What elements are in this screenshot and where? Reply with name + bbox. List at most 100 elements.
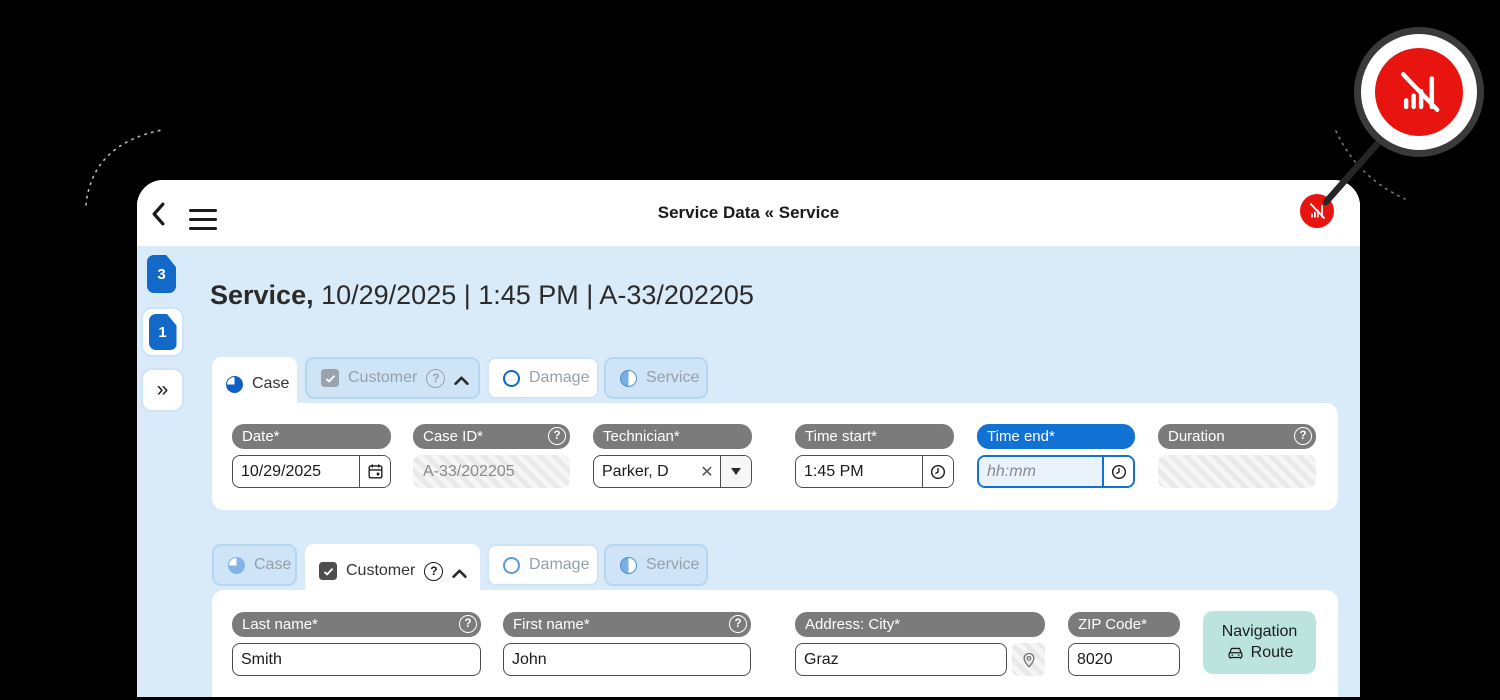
field-label: ZIP Code*	[1068, 612, 1180, 637]
city-input[interactable]	[796, 644, 1006, 675]
side-tab-expand[interactable]: »	[141, 368, 184, 412]
tab-label: Case	[254, 556, 292, 573]
nav-button-line1: Navigation	[1221, 622, 1298, 640]
chevron-up-icon[interactable]	[452, 566, 468, 578]
technician-input[interactable]	[594, 456, 694, 487]
time-start-input[interactable]	[796, 456, 922, 487]
tab-label: Damage	[529, 369, 590, 386]
page-title-rest: 10/29/2025 | 1:45 PM | A-33/202205	[313, 280, 754, 310]
field-label: Address: City*	[795, 612, 1045, 637]
field-label: Technician*	[593, 424, 752, 449]
field-label: Duration	[1158, 424, 1316, 449]
time-start-input-box	[795, 455, 954, 488]
chevron-up-icon[interactable]	[454, 373, 470, 385]
first-name-input-box	[503, 643, 751, 676]
side-tab-container-1[interactable]: 1	[141, 307, 184, 357]
last-name-input[interactable]	[233, 644, 480, 675]
date-input[interactable]	[233, 456, 359, 487]
label-text: ZIP Code*	[1078, 616, 1147, 633]
page-title: Service, 10/29/2025 | 1:45 PM | A-33/202…	[210, 280, 754, 311]
car-icon	[1228, 647, 1243, 659]
nav-button-line2: Route	[1250, 644, 1294, 661]
label-text: Time end*	[987, 428, 1055, 445]
field-last-name: Last name*	[232, 612, 481, 676]
field-time-end: Time end*	[977, 424, 1135, 488]
help-icon[interactable]	[548, 427, 566, 445]
magnifier-callout	[1354, 27, 1484, 157]
circle-empty-icon	[503, 369, 520, 387]
breadcrumb-title: Service Data « Service	[657, 203, 840, 222]
navigation-route-button[interactable]: Navigation Route	[1203, 611, 1316, 674]
circle-half-icon	[620, 369, 637, 387]
field-label: Last name*	[232, 612, 481, 637]
dropdown-icon[interactable]	[720, 456, 751, 487]
field-technician: Technician*	[593, 424, 752, 488]
label-text: Technician*	[603, 428, 680, 445]
tab-case-2[interactable]: Case	[212, 544, 297, 586]
technician-combo-box	[593, 455, 752, 488]
label-text: Time start*	[805, 428, 877, 445]
field-label: Case ID*	[413, 424, 570, 449]
side-tab-badge-1[interactable]: 1	[148, 314, 177, 350]
checkbox-checked-icon	[319, 562, 337, 580]
time-end-input[interactable]	[979, 457, 1102, 486]
field-label-active: Time end*	[977, 424, 1135, 449]
tab-label: Customer	[348, 369, 418, 386]
label-text: First name*	[513, 616, 590, 633]
customer-panel: Last name* First name* Address: City*	[212, 590, 1338, 697]
expand-chevrons: »	[156, 378, 169, 401]
field-label: Time start*	[795, 424, 954, 449]
tab-label: Damage	[529, 556, 590, 573]
field-label: First name*	[503, 612, 751, 637]
tab-label: Service	[646, 369, 700, 386]
app-header: Service Data « Service	[137, 180, 1360, 246]
tab-customer-2[interactable]: Customer	[305, 544, 480, 598]
tab-label: Service	[646, 556, 700, 573]
tab-label: Case	[252, 375, 290, 392]
tab-damage-2[interactable]: Damage	[487, 544, 599, 586]
label-text: Date*	[242, 428, 280, 445]
label-text: Last name*	[242, 616, 318, 633]
location-pin-icon	[1012, 643, 1045, 676]
last-name-input-box	[232, 643, 481, 676]
field-city: Address: City*	[795, 612, 1045, 676]
field-zip: ZIP Code*	[1068, 612, 1180, 676]
pie-progress-icon	[228, 556, 245, 574]
app-window: Service Data « Service 3 1 » Service, 10…	[137, 180, 1360, 697]
clear-icon[interactable]	[694, 456, 720, 487]
tab-service-1[interactable]: Service	[604, 357, 708, 399]
tab-customer-1[interactable]: Customer	[305, 357, 480, 399]
label-text: Address: City*	[805, 616, 901, 633]
no-signal-icon[interactable]	[1300, 194, 1334, 228]
canvas: Service Data « Service 3 1 » Service, 10…	[0, 0, 1500, 700]
zip-input[interactable]	[1069, 644, 1179, 675]
help-icon[interactable]	[426, 368, 446, 388]
field-first-name: First name*	[503, 612, 751, 676]
zip-input-box	[1068, 643, 1180, 676]
tab-damage-1[interactable]: Damage	[487, 357, 599, 399]
tab-service-2[interactable]: Service	[604, 544, 708, 586]
label-text: Case ID*	[423, 428, 484, 445]
page-title-bold: Service,	[210, 280, 314, 310]
clock-icon[interactable]	[1102, 457, 1133, 486]
clock-icon[interactable]	[922, 456, 953, 487]
circle-half-icon	[620, 556, 637, 574]
field-date: Date*	[232, 424, 391, 488]
tab-label: Customer	[346, 562, 416, 579]
checkbox-checked-icon	[321, 369, 339, 387]
circle-empty-icon	[503, 556, 520, 574]
help-icon[interactable]	[424, 561, 444, 581]
time-end-input-box	[977, 455, 1135, 488]
help-icon[interactable]	[1294, 427, 1312, 445]
help-icon[interactable]	[729, 615, 747, 633]
calendar-icon[interactable]	[359, 456, 390, 487]
tab-case-1[interactable]: Case	[212, 357, 297, 411]
field-label: Date*	[232, 424, 391, 449]
help-icon[interactable]	[459, 615, 477, 633]
case-id-readonly: A-33/202205	[413, 455, 570, 488]
first-name-input[interactable]	[504, 644, 750, 675]
case-panel: Date* Case ID* A-33/202205	[212, 403, 1338, 510]
date-input-box	[232, 455, 391, 488]
label-text: Duration	[1168, 428, 1225, 445]
field-time-start: Time start*	[795, 424, 954, 488]
